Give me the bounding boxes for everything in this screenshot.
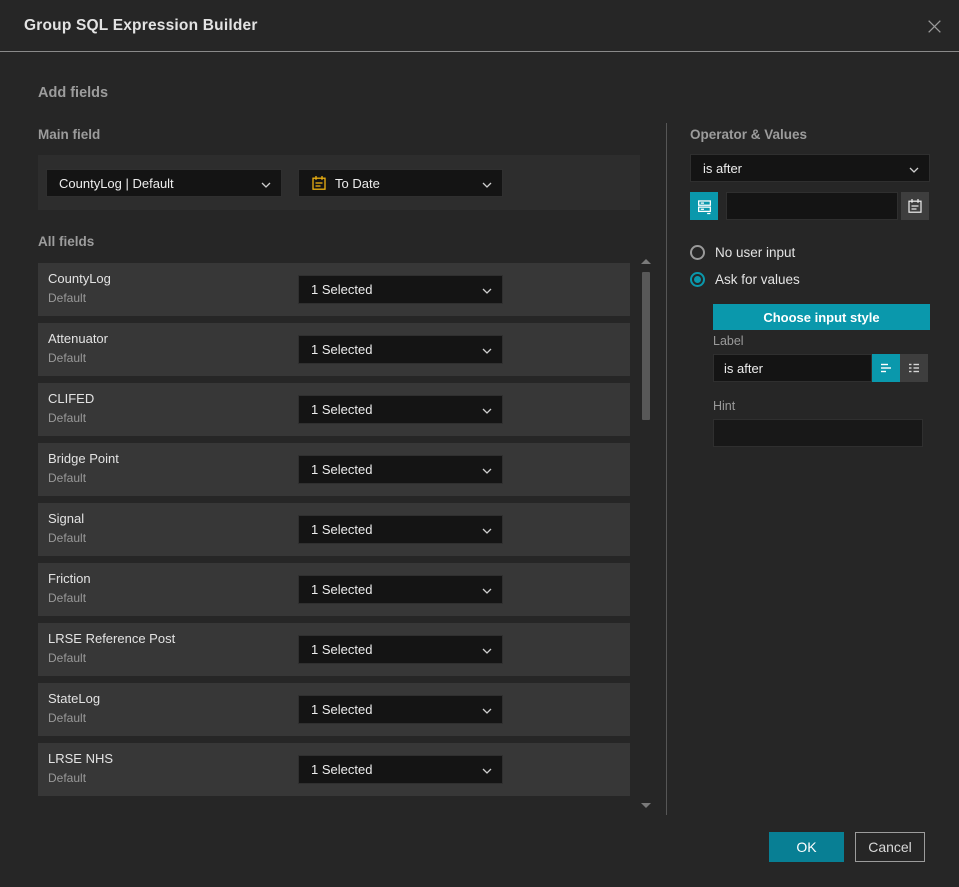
- all-fields-heading: All fields: [38, 234, 95, 249]
- unique-values-button[interactable]: [690, 192, 718, 220]
- list-item: Friction Default 1 Selected: [38, 563, 630, 616]
- chevron-down-icon: [482, 702, 492, 717]
- main-field-select[interactable]: CountyLog | Default: [46, 169, 282, 197]
- radio-no-user-input[interactable]: No user input: [690, 245, 795, 260]
- label-input[interactable]: [713, 354, 872, 382]
- radio-label: Ask for values: [715, 272, 800, 287]
- hint-input[interactable]: [713, 419, 923, 447]
- group-sql-expression-builder-dialog: Group SQL Expression Builder Add fields …: [0, 0, 959, 887]
- chevron-down-icon: [482, 762, 492, 777]
- field-selected-dropdown[interactable]: 1 Selected: [298, 755, 503, 784]
- scroll-down-icon[interactable]: [641, 803, 651, 808]
- field-selected-value: 1 Selected: [311, 342, 373, 357]
- ok-button[interactable]: OK: [769, 832, 844, 862]
- list-icon: [906, 360, 922, 376]
- operator-select-value: is after: [703, 160, 743, 176]
- field-selected-value: 1 Selected: [311, 642, 373, 657]
- main-field-panel: CountyLog | Default To Date: [38, 155, 640, 210]
- scrollbar-thumb[interactable]: [642, 272, 650, 420]
- field-selected-dropdown[interactable]: 1 Selected: [298, 395, 503, 424]
- input-style-text-button[interactable]: [872, 354, 900, 382]
- input-style-list-button[interactable]: [900, 354, 928, 382]
- radio-label: No user input: [715, 245, 796, 260]
- calendar-icon: [311, 175, 327, 191]
- chevron-down-icon: [482, 522, 492, 537]
- scroll-up-icon[interactable]: [641, 259, 651, 264]
- chevron-down-icon: [482, 402, 492, 417]
- field-selected-dropdown[interactable]: 1 Selected: [298, 455, 503, 484]
- list-item: Bridge Point Default 1 Selected: [38, 443, 630, 496]
- field-selected-value: 1 Selected: [311, 522, 373, 537]
- date-granularity-select[interactable]: To Date: [298, 169, 503, 197]
- cancel-button[interactable]: Cancel: [855, 832, 925, 862]
- chevron-down-icon: [482, 462, 492, 477]
- field-selected-dropdown[interactable]: 1 Selected: [298, 275, 503, 304]
- list-item: StateLog Default 1 Selected: [38, 683, 630, 736]
- radio-ask-for-values[interactable]: Ask for values: [690, 272, 800, 287]
- chevron-down-icon: [482, 282, 492, 297]
- chevron-down-icon: [482, 342, 492, 357]
- chevron-down-icon: [482, 642, 492, 657]
- field-selected-value: 1 Selected: [311, 582, 373, 597]
- titlebar: Group SQL Expression Builder: [0, 0, 959, 52]
- label-caption: Label: [713, 334, 744, 348]
- value-input[interactable]: [726, 192, 898, 220]
- dialog-title: Group SQL Expression Builder: [24, 16, 258, 34]
- radio-circle[interactable]: [690, 272, 705, 287]
- field-selected-value: 1 Selected: [311, 282, 373, 297]
- field-selected-value: 1 Selected: [311, 402, 373, 417]
- hint-caption: Hint: [713, 399, 736, 413]
- calendar-icon: [907, 198, 923, 214]
- main-field-heading: Main field: [38, 127, 101, 142]
- radio-circle[interactable]: [690, 245, 705, 260]
- field-selected-dropdown[interactable]: 1 Selected: [298, 335, 503, 364]
- add-fields-heading: Add fields: [38, 85, 109, 101]
- unique-values-icon: [696, 198, 713, 215]
- field-selected-dropdown[interactable]: 1 Selected: [298, 635, 503, 664]
- field-selected-dropdown[interactable]: 1 Selected: [298, 695, 503, 724]
- list-item: LRSE NHS Default 1 Selected: [38, 743, 630, 796]
- list-item: Signal Default 1 Selected: [38, 503, 630, 556]
- chevron-down-icon: [482, 582, 492, 597]
- main-field-select-value: CountyLog | Default: [59, 175, 174, 191]
- panel-divider: [666, 123, 667, 815]
- list-item: CountyLog Default 1 Selected: [38, 263, 630, 316]
- date-picker-button[interactable]: [901, 192, 929, 220]
- align-left-icon: [878, 360, 894, 376]
- choose-input-style-button[interactable]: Choose input style: [713, 304, 930, 330]
- field-selected-value: 1 Selected: [311, 702, 373, 717]
- list-item: CLIFED Default 1 Selected: [38, 383, 630, 436]
- chevron-down-icon: [909, 161, 919, 176]
- field-selected-value: 1 Selected: [311, 762, 373, 777]
- operator-values-heading: Operator & Values: [690, 127, 808, 142]
- field-selected-value: 1 Selected: [311, 462, 373, 477]
- operator-select[interactable]: is after: [690, 154, 930, 182]
- field-selected-dropdown[interactable]: 1 Selected: [298, 515, 503, 544]
- list-item: Attenuator Default 1 Selected: [38, 323, 630, 376]
- field-selected-dropdown[interactable]: 1 Selected: [298, 575, 503, 604]
- date-select-value: To Date: [335, 175, 380, 191]
- list-item: LRSE Reference Post Default 1 Selected: [38, 623, 630, 676]
- chevron-down-icon: [482, 176, 492, 191]
- chevron-down-icon: [261, 176, 271, 191]
- close-icon[interactable]: [924, 16, 944, 36]
